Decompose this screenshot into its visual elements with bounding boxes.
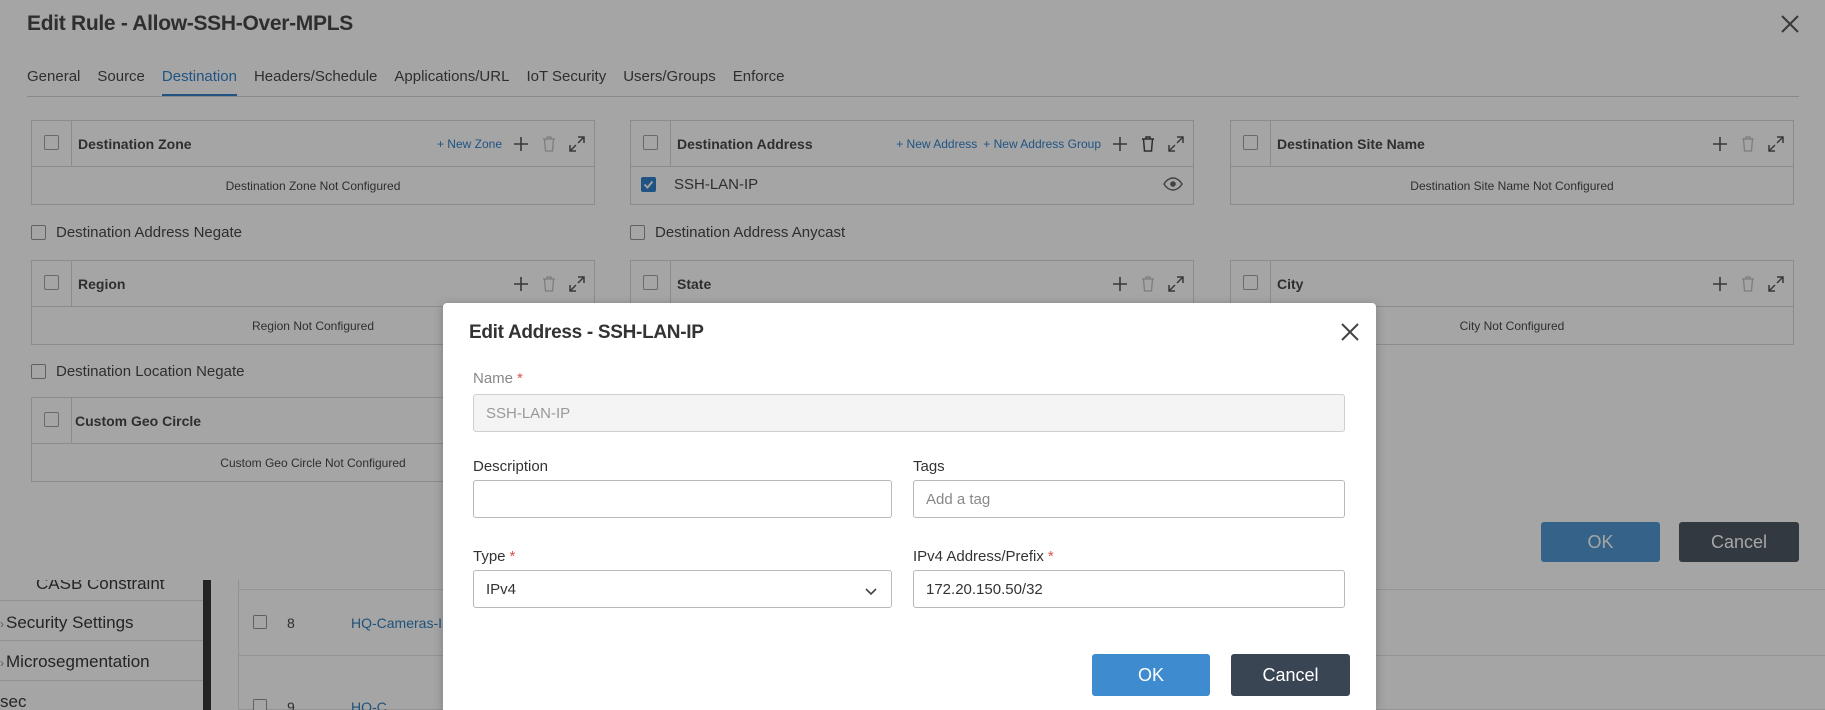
name-field (473, 394, 1345, 432)
tags-label: Tags (913, 458, 945, 475)
ipv4-address-field[interactable] (913, 570, 1345, 608)
type-select[interactable]: IPv4 (473, 570, 892, 608)
tags-input[interactable] (913, 480, 1345, 518)
name-label: Name * (473, 370, 523, 387)
chevron-down-icon (865, 584, 877, 596)
cancel-button[interactable]: Cancel (1231, 654, 1350, 696)
edit-address-modal: Edit Address - SSH-LAN-IP Name* Descript… (443, 303, 1376, 710)
description-label: Description (473, 458, 549, 475)
ok-button[interactable]: OK (1092, 654, 1210, 696)
modal-title: Edit Address - SSH-LAN-IP (469, 322, 704, 343)
ipv4-label: IPv4 Address/Prefix * (913, 548, 1054, 565)
close-icon[interactable] (1339, 321, 1361, 343)
type-select-value: IPv4 (486, 580, 517, 598)
type-label: Type * (473, 548, 516, 565)
description-field[interactable] (473, 480, 892, 518)
